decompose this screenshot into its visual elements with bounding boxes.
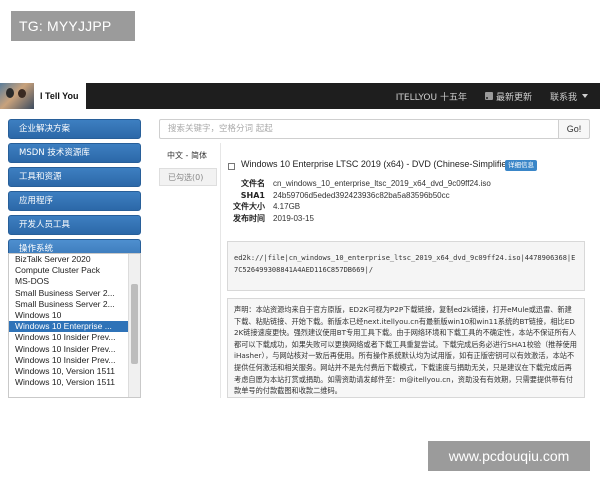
list-item[interactable]: Windows 10 Insider Prev... [9, 332, 129, 343]
info-key: SHA1 [240, 190, 265, 200]
file-info: 文件名 cn_windows_10_enterprise_ltsc_2019_x… [221, 178, 541, 224]
nav-link-label: 最新更新 [495, 92, 532, 103]
list-item[interactable]: Windows 10, Version 1511 [9, 366, 129, 377]
info-value: 2019-03-15 [273, 213, 314, 223]
sidebar-item-enterprise-solutions[interactable]: 企业解决方案 [8, 119, 141, 139]
tg-label-overlay: TG: MYYJJPP [11, 11, 135, 41]
nav-link-contact[interactable]: 联系我 [550, 90, 588, 103]
entry-title[interactable]: Windows 10 Enterprise LTSC 2019 (x64) - … [241, 159, 514, 169]
list-item-selected[interactable]: Windows 10 Enterprise ... [9, 321, 129, 333]
rss-icon [484, 92, 493, 100]
category-sidebar: 企业解决方案 MSDN 技术资源库 工具和资源 应用程序 开发人员工具 操作系统 [8, 119, 141, 263]
info-value: 24b59706d5eded392423936c82ba5a83596b50cc [273, 190, 450, 200]
site-watermark: www.pcdouqiu.com [428, 441, 590, 471]
select-checkbox[interactable] [228, 163, 235, 170]
screenshot-root: TG: MYYJJPP I Tell You ITELLYOU 十五年 最新更新… [0, 0, 600, 480]
scrollbar-thumb[interactable] [131, 284, 138, 364]
info-row-release-date: 发布时间 2019-03-15 [221, 213, 541, 225]
info-key: 文件名 [241, 179, 265, 188]
list-item[interactable]: Windows 10 Insider Prev... [9, 355, 129, 366]
list-item[interactable]: Compute Cluster Pack [9, 265, 129, 276]
info-row-filesize: 文件大小 4.17GB [221, 201, 541, 213]
info-key: 文件大小 [233, 202, 265, 211]
info-key: 发布时间 [233, 213, 265, 223]
product-list[interactable]: BizTalk Server 2020 Compute Cluster Pack… [8, 253, 141, 398]
list-item[interactable]: Windows 10 Insider Prev... [9, 344, 129, 355]
info-row-sha1: SHA1 24b59706d5eded392423936c82ba5a83596… [221, 190, 541, 202]
info-value: cn_windows_10_enterprise_ltsc_2019_x64_d… [273, 179, 491, 188]
search-input[interactable]: 搜索关键字，空格分词 起起 [159, 119, 559, 139]
nav-link-latest-updates[interactable]: 最新更新 [484, 90, 532, 103]
nav-link-label: 联系我 [549, 92, 577, 103]
nav-link-itellyou-15-years[interactable]: ITELLYOU 十五年 [396, 90, 467, 103]
list-item[interactable]: MS-DOS [9, 276, 129, 287]
disclaimer-notice: 声明：本站资源均来自于官方原版，ED2K可视为P2P下载链接，复制ed2k链接，… [227, 298, 585, 398]
sidebar-item-applications[interactable]: 应用程序 [8, 191, 141, 211]
tab-chinese-simplified[interactable]: 中文 - 简体 [159, 147, 217, 165]
site-logo[interactable]: I Tell You [0, 83, 86, 109]
sidebar-item-developer-tools[interactable]: 开发人员工具 [8, 215, 141, 235]
nav-link-label: ITELLYOU 十五年 [395, 92, 467, 103]
language-tabs: 中文 - 简体 已勾选(0) [159, 147, 217, 186]
list-item[interactable]: BizTalk Server 2020 [9, 254, 129, 265]
list-item[interactable]: Windows 10, Version 1511 [9, 377, 129, 388]
chevron-down-icon [582, 94, 588, 98]
download-detail-panel: Windows 10 Enterprise LTSC 2019 (x64) - … [220, 143, 592, 398]
product-list-scrollbar[interactable] [128, 254, 140, 397]
nav-links: ITELLYOU 十五年 最新更新 联系我 [396, 83, 588, 109]
details-button[interactable]: 详细信息 [505, 160, 537, 171]
search-go-button[interactable]: Go! [558, 119, 590, 139]
list-item[interactable]: Small Business Server 2... [9, 288, 129, 299]
sidebar-item-msdn-library[interactable]: MSDN 技术资源库 [8, 143, 141, 163]
top-navbar: I Tell You ITELLYOU 十五年 最新更新 联系我 [0, 83, 600, 109]
info-row-filename: 文件名 cn_windows_10_enterprise_ltsc_2019_x… [221, 178, 541, 190]
list-item[interactable]: Small Business Server 2... [9, 299, 129, 310]
info-value: 4.17GB [273, 202, 301, 211]
ed2k-link-box[interactable]: ed2k://|file|cn_windows_10_enterprise_lt… [227, 241, 585, 291]
sidebar-item-tools-resources[interactable]: 工具和资源 [8, 167, 141, 187]
list-item[interactable]: Windows 10 [9, 310, 129, 321]
logo-photo [0, 83, 34, 109]
logo-text: I Tell You [40, 91, 79, 101]
product-list-items: BizTalk Server 2020 Compute Cluster Pack… [9, 254, 129, 388]
itellyou-app: I Tell You ITELLYOU 十五年 最新更新 联系我 企业解决方案 … [0, 83, 600, 398]
tab-checked-items[interactable]: 已勾选(0) [159, 168, 217, 186]
